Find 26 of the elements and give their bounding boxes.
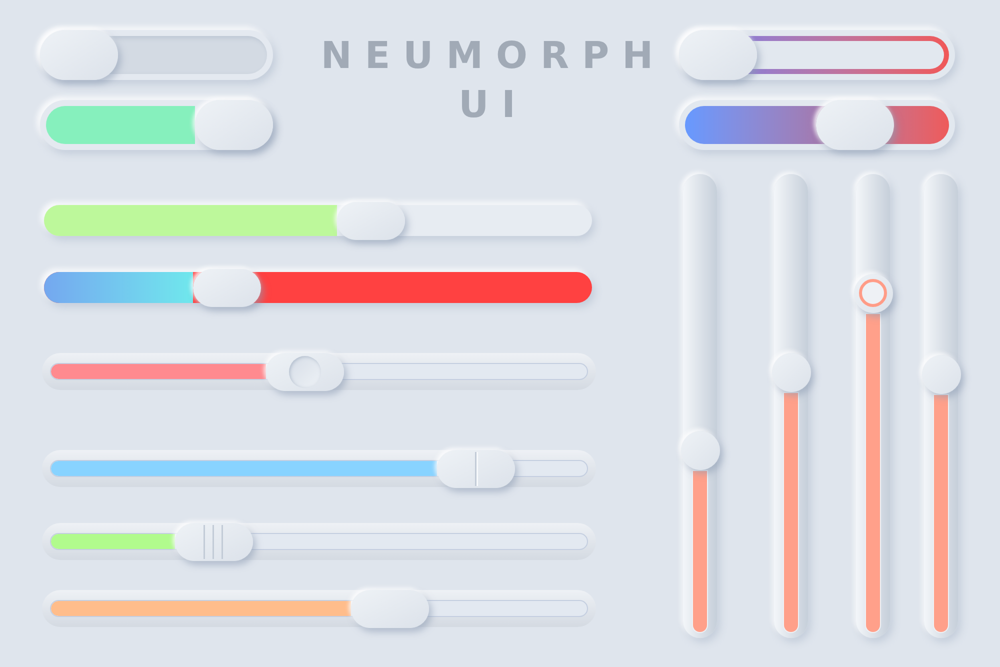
slider-track[interactable] xyxy=(924,174,958,638)
slider-track[interactable] xyxy=(774,174,808,638)
slider-thumb[interactable] xyxy=(437,450,516,488)
slider-thumb[interactable] xyxy=(922,354,960,394)
slider-thumb[interactable] xyxy=(772,352,810,392)
slider-thumb[interactable] xyxy=(351,590,430,628)
dimple-icon xyxy=(288,356,321,388)
title-text: UI xyxy=(458,82,528,128)
toggle-switch[interactable] xyxy=(40,30,273,80)
slider-thumb[interactable] xyxy=(816,100,894,150)
slider-track[interactable] xyxy=(679,100,955,150)
slider-thumb[interactable] xyxy=(175,523,254,561)
slider-thumb[interactable] xyxy=(679,30,757,80)
grip-lines-icon xyxy=(203,525,224,559)
slider-thumb[interactable] xyxy=(192,269,261,307)
slider-thumb[interactable] xyxy=(336,202,405,240)
slider-thumb[interactable] xyxy=(266,353,344,391)
slider-track[interactable] xyxy=(856,174,890,638)
title-text: NEUMORPH xyxy=(320,33,666,79)
slider-thumb[interactable] xyxy=(854,274,892,313)
slider-thumb[interactable] xyxy=(680,431,720,470)
center-line-icon xyxy=(474,452,478,486)
slider-track[interactable] xyxy=(683,174,717,638)
slider-track[interactable] xyxy=(679,30,955,80)
toggle-switch[interactable] xyxy=(40,100,273,150)
ring-icon xyxy=(859,279,887,308)
